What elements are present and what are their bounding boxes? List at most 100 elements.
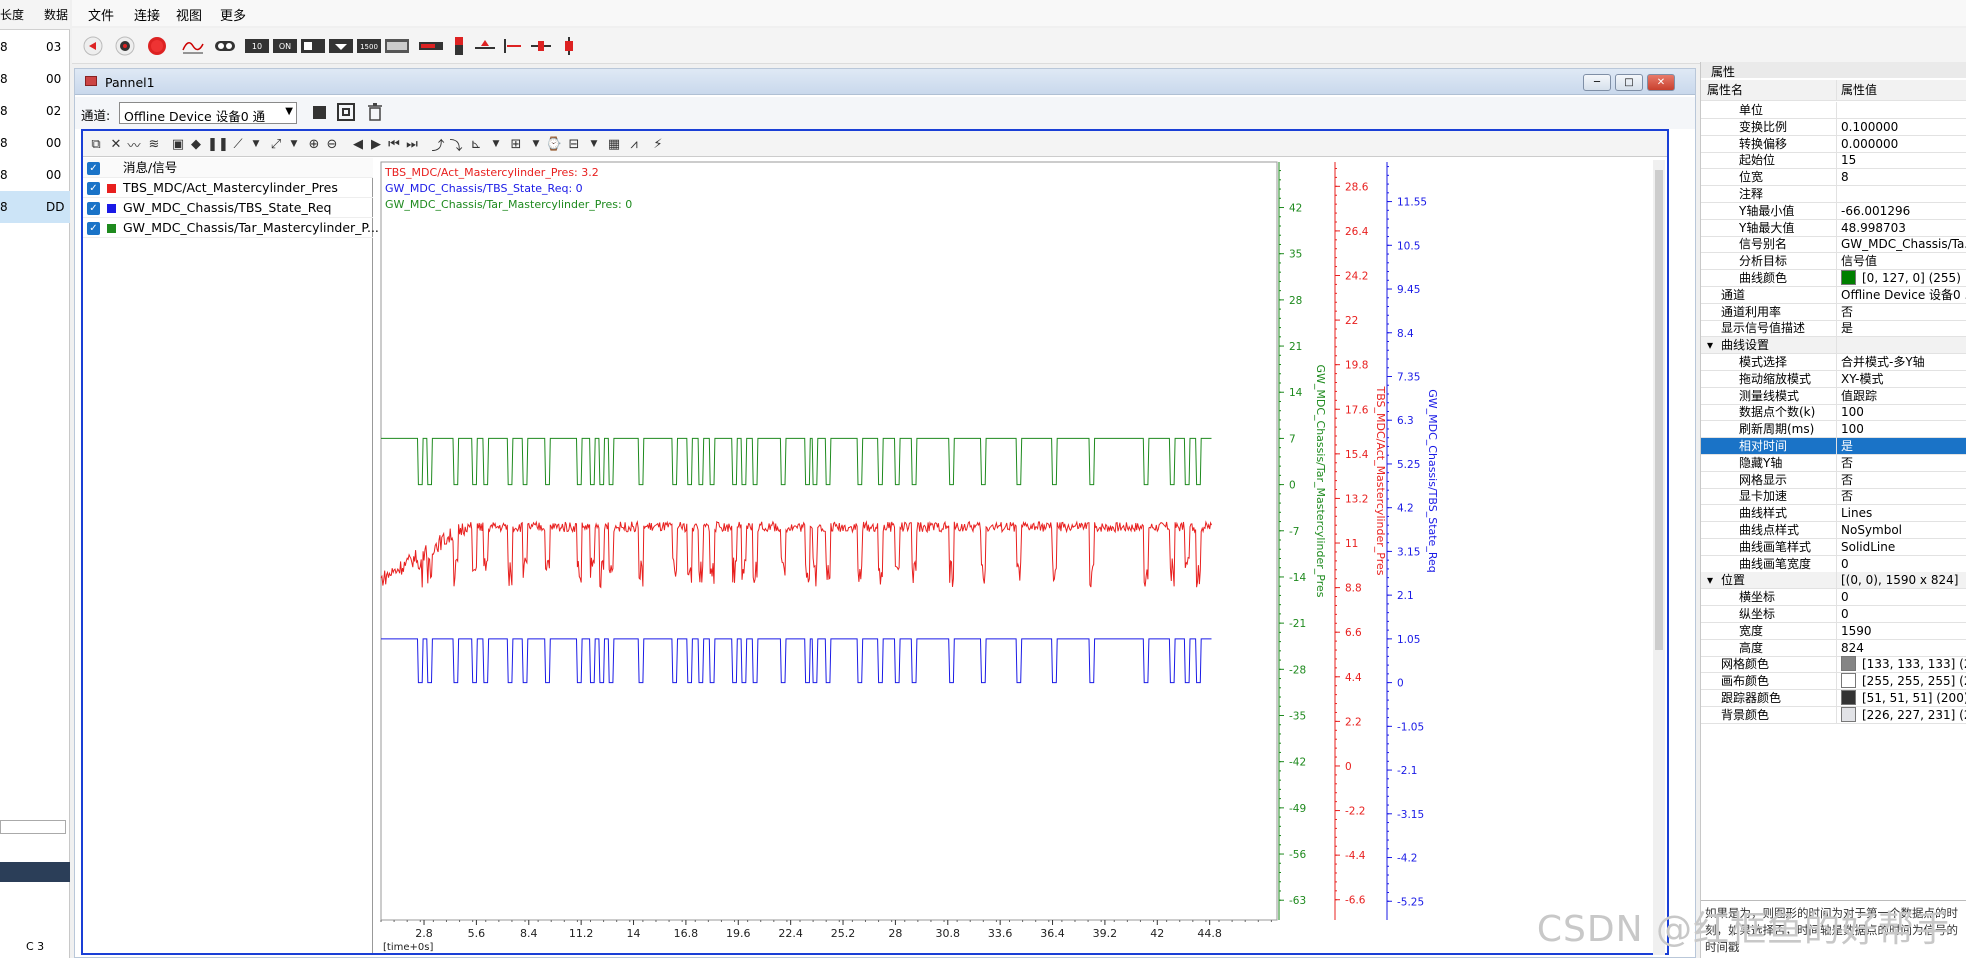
baseline-icon[interactable]	[472, 33, 498, 59]
property-row[interactable]: 变换比例 0.100000	[1701, 118, 1966, 136]
box-10-icon[interactable]: 10	[244, 33, 270, 59]
property-row[interactable]: 拖动缩放模式 XY-模式	[1701, 370, 1966, 388]
list-item[interactable]: 8 00	[0, 127, 70, 159]
property-value[interactable]	[1836, 186, 1966, 203]
signal-checkbox[interactable]: ✓	[87, 202, 100, 215]
signal-row[interactable]: ✓ TBS_MDC/Act_Mastercylinder_Pres	[83, 178, 373, 198]
property-value[interactable]: -66.001296	[1836, 202, 1966, 220]
property-row[interactable]: 跟踪器颜色 [51, 51, 51] (200)	[1701, 690, 1966, 707]
rising-edge-icon[interactable]: ⤴	[429, 135, 447, 154]
layout-icon[interactable]: ⊟	[565, 135, 583, 153]
property-value[interactable]: [51, 51, 51] (200)	[1836, 690, 1966, 707]
property-value[interactable]: Offline Device 设备0 ...	[1836, 286, 1966, 304]
menu-view[interactable]: 视图	[176, 5, 202, 24]
property-value[interactable]: 否	[1836, 454, 1966, 472]
property-row[interactable]: 曲线颜色 [0, 127, 0] (255)	[1701, 270, 1966, 287]
property-value[interactable]: 值跟踪	[1836, 387, 1966, 405]
property-value[interactable]: 1590	[1836, 622, 1966, 640]
trend-icon[interactable]: ⟋	[229, 135, 247, 153]
chevron-down-icon[interactable]: ▼	[487, 135, 505, 153]
property-value[interactable]	[1836, 337, 1966, 355]
property-row[interactable]: 数据点个数(k) 100	[1701, 404, 1966, 422]
property-value[interactable]: 0	[1836, 589, 1966, 607]
property-value[interactable]: Lines	[1836, 505, 1966, 523]
property-row[interactable]: 单位	[1701, 102, 1966, 119]
property-row[interactable]: 信号别名 GW_MDC_Chassis/Ta...	[1701, 236, 1966, 254]
property-value[interactable]: 8	[1836, 169, 1966, 187]
property-row[interactable]: 网格显示 否	[1701, 471, 1966, 489]
back-icon[interactable]	[80, 33, 106, 59]
lightning-icon[interactable]: ⚡	[649, 135, 667, 153]
property-row[interactable]: 测量线模式 值跟踪	[1701, 387, 1966, 405]
stop-icon[interactable]	[144, 33, 170, 59]
property-value[interactable]: 0	[1836, 606, 1966, 623]
property-row[interactable]: 位宽 8	[1701, 169, 1966, 187]
property-row[interactable]: 曲线样式 Lines	[1701, 505, 1966, 523]
signal-row[interactable]: ✓ GW_MDC_Chassis/TBS_State_Req	[83, 198, 373, 218]
list-item[interactable]: 8 00	[0, 63, 70, 95]
property-row[interactable]: 曲线点样式 NoSymbol	[1701, 522, 1966, 539]
expand-arrow-icon[interactable]: ▾	[1707, 337, 1713, 354]
plot-canvas[interactable]: 2.8 5.6 8.4 11.2 14 16.8 19.6 22.4 25.2 28 30.8 33.…	[375, 160, 1665, 955]
box-num-icon[interactable]	[384, 33, 410, 59]
list-item[interactable]: 8 03	[0, 31, 70, 63]
property-row[interactable]: Y轴最小值 -66.001296	[1701, 202, 1966, 220]
wave-settings-icon[interactable]: ≋	[145, 135, 163, 153]
property-row[interactable]: 高度 824	[1701, 639, 1966, 657]
cursor-icon[interactable]	[528, 33, 554, 59]
chevron-down-icon[interactable]: ▼	[585, 135, 603, 153]
property-row[interactable]: 起始位 15	[1701, 152, 1966, 170]
property-row[interactable]: 显卡加速 否	[1701, 488, 1966, 506]
fit-view-icon[interactable]	[337, 103, 355, 121]
wave-edit-icon[interactable]: 〰	[125, 135, 143, 154]
property-row[interactable]: 曲线画笔样式 SolidLine	[1701, 538, 1966, 556]
link-icon[interactable]	[212, 33, 238, 59]
chevron-down-icon[interactable]: ▼	[527, 135, 545, 153]
box-arrow-icon[interactable]	[328, 33, 354, 59]
remove-signal-icon[interactable]: ✕	[107, 135, 125, 153]
select-all-checkbox[interactable]: ✓	[87, 162, 100, 175]
expand-arrow-icon[interactable]: ▾	[1707, 572, 1713, 589]
chart-add-icon[interactable]: ⊞	[507, 135, 525, 153]
property-value[interactable]: [226, 227, 231] (2...	[1836, 706, 1966, 724]
menu-more[interactable]: 更多	[220, 5, 246, 24]
measure-icon[interactable]: ⊾	[467, 135, 485, 153]
property-row[interactable]: Y轴最大值 48.998703	[1701, 219, 1966, 237]
list-item[interactable]: 8 00	[0, 159, 70, 191]
axis-scale-icon[interactable]: ⤢	[267, 135, 285, 153]
property-value[interactable]: 否	[1836, 471, 1966, 489]
minimize-button[interactable]: ─	[1583, 74, 1611, 91]
signal-row[interactable]: ✓ GW_MDC_Chassis/Tar_Mastercylinder_P...	[83, 218, 379, 238]
property-row[interactable]: 画布颜色 [255, 255, 255] (2...	[1701, 673, 1966, 691]
falling-edge-icon[interactable]: ⤵	[447, 135, 465, 154]
save-icon[interactable]: ▣	[169, 135, 187, 153]
stop-square-icon[interactable]	[313, 106, 326, 119]
property-value[interactable]: 100	[1836, 421, 1966, 439]
red-bar-icon[interactable]	[418, 33, 444, 59]
property-row[interactable]: 分析目标 信号值	[1701, 253, 1966, 271]
arrow-line-icon[interactable]	[500, 33, 526, 59]
zoom-out-icon[interactable]: ⊖	[323, 135, 341, 153]
property-value[interactable]: 合并模式-多Y轴	[1836, 354, 1966, 371]
property-row[interactable]: ▾ 曲线设置	[1701, 337, 1966, 355]
zoom-in-icon[interactable]: ⊕	[305, 135, 323, 153]
property-row[interactable]: ▾ 位置 [(0, 0), 1590 x 824]	[1701, 572, 1966, 590]
property-value[interactable]: [255, 255, 255] (2...	[1836, 673, 1966, 691]
property-row[interactable]: 宽度 1590	[1701, 622, 1966, 640]
property-value[interactable]: NoSymbol	[1836, 522, 1966, 539]
panel-titlebar[interactable]: Pannel1 ─ □ ✕	[75, 69, 1695, 95]
property-value[interactable]: 0.100000	[1836, 118, 1966, 136]
property-row[interactable]: 相对时间 是	[1701, 438, 1966, 455]
property-value[interactable]: GW_MDC_Chassis/Ta...	[1836, 236, 1966, 254]
property-row[interactable]: 网格颜色 [133, 133, 133] (2...	[1701, 656, 1966, 674]
property-value[interactable]: 824	[1836, 639, 1966, 657]
property-value[interactable]: 0	[1836, 555, 1966, 573]
property-value[interactable]: SolidLine	[1836, 538, 1966, 556]
chart-line-icon[interactable]: ⩘	[625, 135, 643, 153]
window-restore-icon[interactable]: ⧉	[87, 135, 105, 153]
box-on-icon[interactable]: ON	[272, 33, 298, 59]
trash-icon[interactable]	[367, 103, 383, 124]
property-row[interactable]: 通道利用率 否	[1701, 303, 1966, 321]
property-row[interactable]: 隐藏Y轴 否	[1701, 454, 1966, 472]
property-row[interactable]: 纵坐标 0	[1701, 606, 1966, 623]
